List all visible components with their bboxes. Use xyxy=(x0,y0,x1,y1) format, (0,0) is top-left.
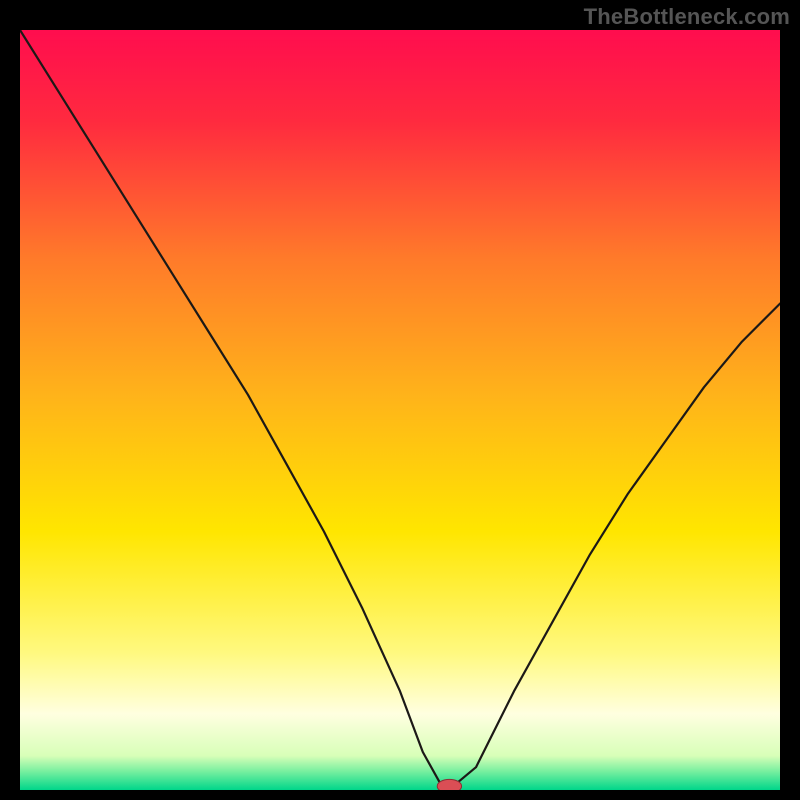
bottleneck-chart xyxy=(20,30,780,790)
chart-container: TheBottleneck.com xyxy=(0,0,800,800)
plot-area xyxy=(20,30,780,790)
optimal-marker xyxy=(437,779,461,790)
attribution-watermark: TheBottleneck.com xyxy=(584,4,790,30)
gradient-background xyxy=(20,30,780,790)
